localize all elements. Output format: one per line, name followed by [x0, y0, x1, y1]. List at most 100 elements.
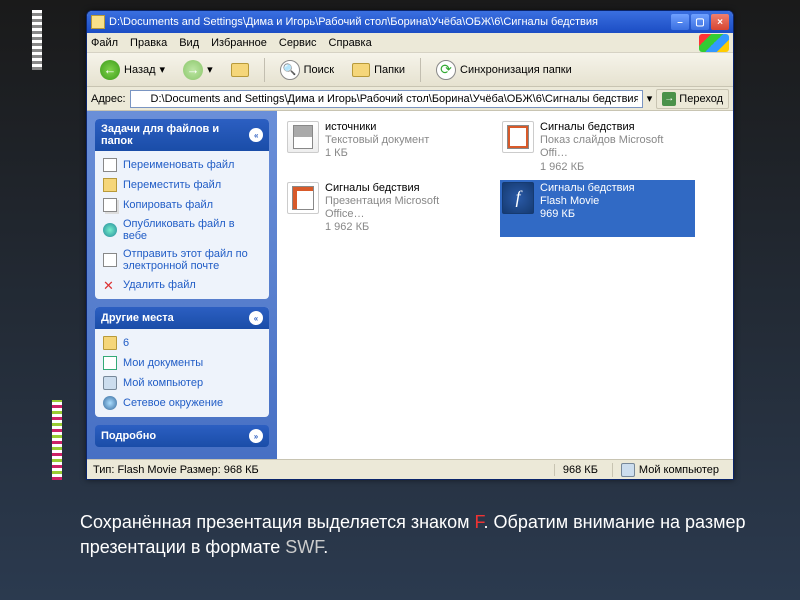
task-pane: Задачи для файлов и папок « Переименоват… [87, 111, 277, 459]
task-label: Переместить файл [123, 179, 221, 191]
menu-view[interactable]: Вид [179, 37, 199, 49]
address-input[interactable] [130, 90, 643, 108]
rename-icon [103, 158, 117, 172]
file-item[interactable]: источники Текстовый документ 1 КБ [285, 119, 480, 176]
slide: D:\Documents and Settings\Дима и Игорь\Р… [0, 0, 800, 600]
file-type: Презентация Microsoft Office… [325, 195, 478, 221]
dropdown-arrow-icon[interactable]: ▾ [647, 92, 653, 105]
file-name: Сигналы бедствия [540, 182, 635, 195]
up-folder-icon [231, 63, 249, 77]
swf-file-icon [502, 182, 534, 214]
place-network[interactable]: Сетевое окружение [95, 393, 269, 413]
file-name: Сигналы бедствия [540, 121, 693, 134]
menu-edit[interactable]: Правка [130, 37, 167, 49]
maximize-button[interactable]: ▢ [691, 14, 709, 30]
panel-header[interactable]: Задачи для файлов и папок « [95, 119, 269, 151]
menu-favorites[interactable]: Избранное [211, 37, 267, 49]
close-button[interactable]: × [711, 14, 729, 30]
mail-icon [103, 253, 117, 267]
toolbar: ← Назад ▾ → ▾ Поиск Папки ⟳ [87, 53, 733, 87]
menu-tools[interactable]: Сервис [279, 37, 317, 49]
place-label: 6 [123, 337, 129, 349]
sync-label: Синхронизация папки [460, 64, 572, 76]
task-label: Опубликовать файл в вебе [123, 218, 261, 242]
panel-title: Подробно [101, 430, 156, 442]
menu-help[interactable]: Справка [329, 37, 372, 49]
file-type: Текстовый документ [325, 134, 429, 147]
search-button[interactable]: Поиск [273, 56, 341, 84]
file-item[interactable]: Сигналы бедствия Показ слайдов Microsoft… [500, 119, 695, 176]
task-label: Удалить файл [123, 279, 196, 291]
place-parent-folder[interactable]: 6 [95, 333, 269, 353]
file-name: Сигналы бедствия [325, 182, 478, 195]
task-rename[interactable]: Переименовать файл [95, 155, 269, 175]
collapse-icon: « [249, 128, 263, 142]
chevron-down-icon: ▾ [207, 63, 213, 76]
file-size: 1 962 КБ [540, 161, 693, 174]
place-label: Сетевое окружение [123, 397, 223, 409]
chevron-down-icon: ▾ [160, 63, 166, 76]
caption-f-letter: F [475, 512, 484, 532]
go-arrow-icon: → [662, 92, 676, 106]
search-label: Поиск [304, 64, 334, 76]
computer-icon [103, 376, 117, 390]
place-mycomputer[interactable]: Мой компьютер [95, 373, 269, 393]
minimize-button[interactable]: – [671, 14, 689, 30]
sync-button[interactable]: ⟳ Синхронизация папки [429, 56, 579, 84]
folders-button[interactable]: Папки [345, 59, 412, 81]
folders-label: Папки [374, 64, 405, 76]
file-item[interactable]: Сигналы бедствия Flash Movie 969 КБ [500, 180, 695, 237]
address-bar: Адрес: ▾ → Переход [87, 87, 733, 111]
folders-icon [352, 63, 370, 77]
task-delete[interactable]: ✕Удалить файл [95, 275, 269, 295]
menubar: Файл Правка Вид Избранное Сервис Справка [87, 33, 733, 53]
up-button[interactable] [224, 59, 256, 81]
file-list[interactable]: источники Текстовый документ 1 КБ Сигнал… [277, 111, 733, 459]
task-label: Копировать файл [123, 199, 213, 211]
task-publish[interactable]: Опубликовать файл в вебе [95, 215, 269, 245]
decorative-stripe-2 [52, 400, 62, 480]
file-type: Flash Movie [540, 195, 635, 208]
task-label: Переименовать файл [123, 159, 234, 171]
panel-title: Задачи для файлов и папок [101, 123, 249, 147]
task-copy[interactable]: Копировать файл [95, 195, 269, 215]
place-mydocs[interactable]: Мои документы [95, 353, 269, 373]
panel-header[interactable]: Другие места « [95, 307, 269, 329]
place-label: Мой компьютер [123, 377, 203, 389]
task-label: Отправить этот файл по электронной почте [123, 248, 261, 272]
caption-swf: SWF [285, 537, 323, 557]
task-move[interactable]: Переместить файл [95, 175, 269, 195]
explorer-window: D:\Documents and Settings\Дима и Игорь\Р… [86, 10, 734, 480]
globe-icon [103, 223, 117, 237]
go-button[interactable]: → Переход [656, 89, 729, 109]
menu-file[interactable]: Файл [91, 37, 118, 49]
collapse-icon: « [249, 311, 263, 325]
slide-caption: Сохранённая презентация выделяется знако… [80, 510, 760, 560]
window-title: D:\Documents and Settings\Дима и Игорь\Р… [109, 16, 671, 28]
place-label: Мои документы [123, 357, 203, 369]
move-icon [103, 178, 117, 192]
file-item[interactable]: Сигналы бедствия Презентация Microsoft O… [285, 180, 480, 237]
forward-arrow-icon: → [183, 60, 203, 80]
copy-icon [103, 198, 117, 212]
file-size: 1 962 КБ [325, 221, 478, 234]
expand-icon: » [249, 429, 263, 443]
back-button[interactable]: ← Назад ▾ [93, 56, 172, 84]
file-type: Показ слайдов Microsoft Offi… [540, 134, 693, 160]
forward-button[interactable]: → ▾ [176, 56, 220, 84]
task-email[interactable]: Отправить этот файл по электронной почте [95, 245, 269, 275]
panel-header[interactable]: Подробно » [95, 425, 269, 447]
back-arrow-icon: ← [100, 60, 120, 80]
status-size: 968 КБ [563, 464, 598, 476]
details-panel: Подробно » [95, 425, 269, 447]
status-location: Мой компьютер [639, 464, 719, 476]
back-label: Назад [124, 64, 156, 76]
panel-title: Другие места [101, 312, 174, 324]
separator [264, 58, 265, 82]
folder-icon [103, 336, 117, 350]
search-icon [280, 60, 300, 80]
titlebar[interactable]: D:\Documents and Settings\Дима и Игорь\Р… [87, 11, 733, 33]
network-icon [103, 396, 117, 410]
file-tasks-panel: Задачи для файлов и папок « Переименоват… [95, 119, 269, 299]
file-size: 1 КБ [325, 147, 429, 160]
